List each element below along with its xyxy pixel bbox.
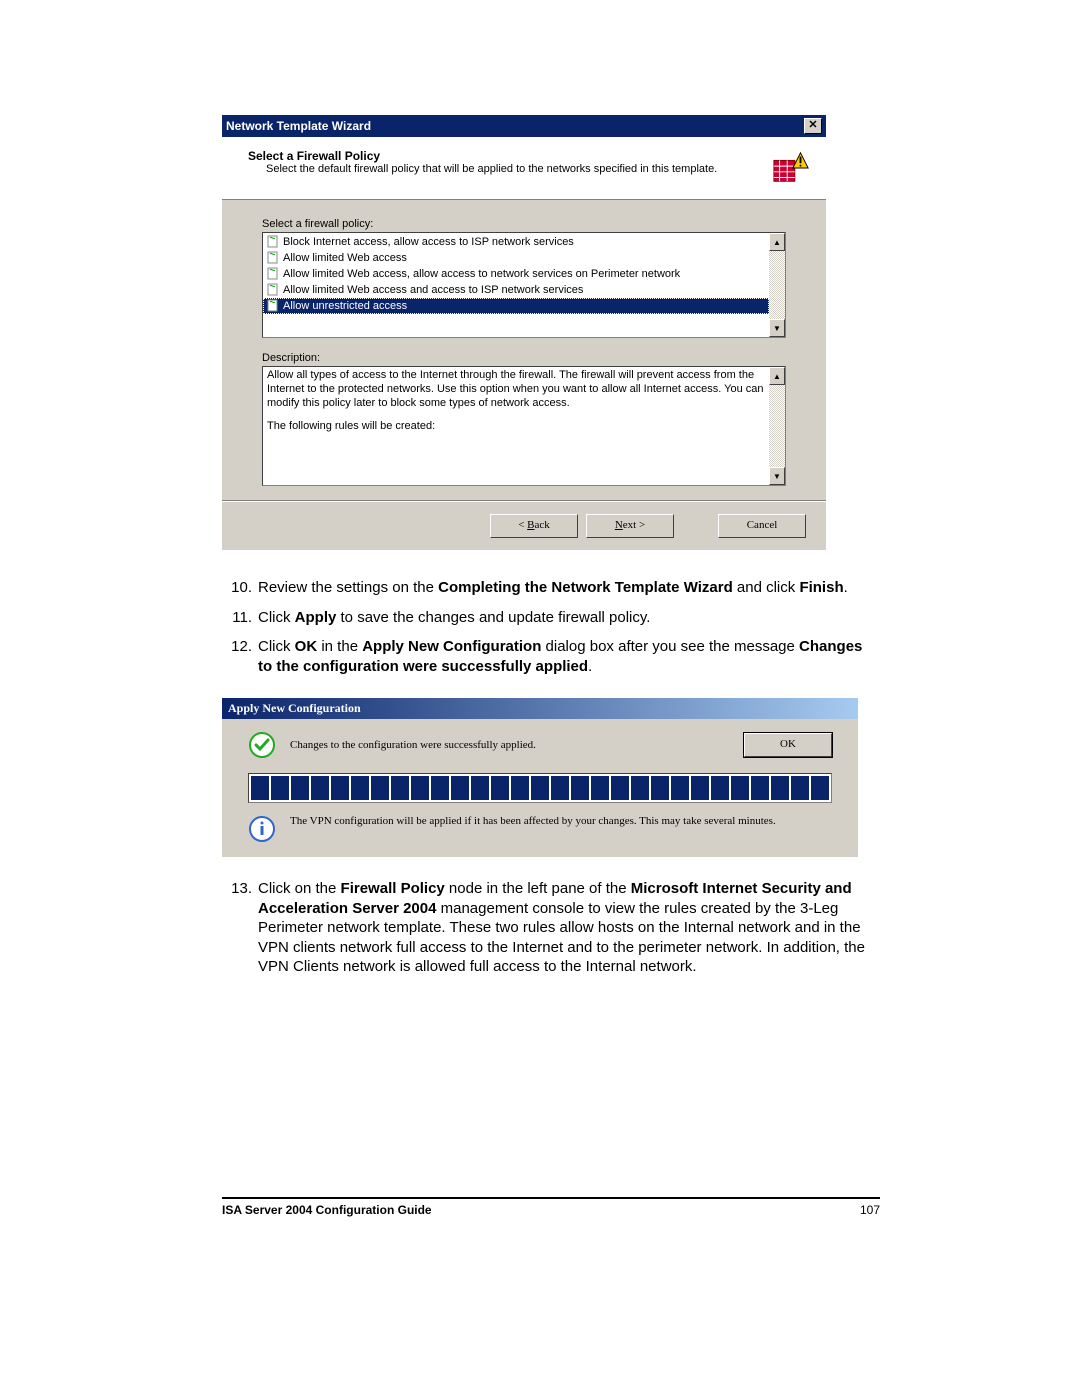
policy-paper-icon xyxy=(266,283,280,297)
list-item[interactable]: Block Internet access, allow access to I… xyxy=(263,234,769,250)
policy-paper-icon xyxy=(266,267,280,281)
scroll-up-icon[interactable]: ▲ xyxy=(769,233,785,251)
footer-title: ISA Server 2004 Configuration Guide xyxy=(222,1203,432,1217)
list-item[interactable]: Allow limited Web access and access to I… xyxy=(263,282,769,298)
listbox-scrollbar[interactable]: ▲ ▼ xyxy=(769,233,785,337)
info-icon xyxy=(248,815,276,843)
scroll-up-icon[interactable]: ▲ xyxy=(769,367,785,385)
policy-list-label: Select a firewall policy: xyxy=(262,218,786,230)
wizard-titlebar: Network Template Wizard ✕ xyxy=(222,115,826,137)
list-item[interactable]: Allow limited Web access xyxy=(263,250,769,266)
apply-dialog-title: Apply New Configuration xyxy=(222,698,858,719)
policy-paper-icon xyxy=(266,299,280,313)
success-check-icon xyxy=(248,731,276,759)
apply-success-message: Changes to the configuration were succes… xyxy=(290,739,730,751)
next-button[interactable]: Next > xyxy=(586,514,674,538)
scroll-down-icon[interactable]: ▼ xyxy=(769,467,785,485)
scroll-down-icon[interactable]: ▼ xyxy=(769,319,785,337)
policy-paper-icon xyxy=(266,235,280,249)
description-scrollbar[interactable]: ▲ ▼ xyxy=(769,367,785,485)
firewall-policy-listbox[interactable]: Block Internet access, allow access to I… xyxy=(262,232,786,338)
back-button[interactable]: < Back xyxy=(490,514,578,538)
description-label: Description: xyxy=(262,352,786,364)
page-number: 107 xyxy=(860,1203,880,1217)
list-item[interactable]: Allow limited Web access, allow access t… xyxy=(263,266,769,282)
rules-intro: The following rules will be created: xyxy=(267,420,765,434)
progress-bar xyxy=(248,773,832,803)
step-13: Click on the Firewall Policy node in the… xyxy=(258,879,880,977)
rules-cutoff xyxy=(267,446,765,460)
description-textbox: Allow all types of access to the Interne… xyxy=(262,366,786,486)
wizard-title: Network Template Wizard xyxy=(226,119,371,133)
wizard-step-subtitle: Select the default firewall policy that … xyxy=(248,163,772,175)
step-10: Review the settings on the Completing th… xyxy=(258,578,880,598)
description-text: Allow all types of access to the Interne… xyxy=(267,369,764,409)
firewall-warning-icon xyxy=(772,149,812,187)
ok-button[interactable]: OK xyxy=(744,733,832,757)
close-icon[interactable]: ✕ xyxy=(804,118,822,134)
page-footer: ISA Server 2004 Configuration Guide 107 xyxy=(222,1197,880,1217)
cancel-button[interactable]: Cancel xyxy=(718,514,806,538)
step-11: Click Apply to save the changes and upda… xyxy=(258,608,880,628)
apply-info-message: The VPN configuration will be applied if… xyxy=(290,815,776,827)
network-template-wizard: Network Template Wizard ✕ Select a Firew… xyxy=(222,115,826,550)
wizard-step-title: Select a Firewall Policy xyxy=(248,149,772,163)
apply-new-configuration-dialog: Apply New Configuration Changes to the c… xyxy=(222,698,858,857)
list-item-selected[interactable]: Allow unrestricted access xyxy=(263,298,769,314)
step-12: Click OK in the Apply New Configuration … xyxy=(258,637,880,676)
policy-paper-icon xyxy=(266,251,280,265)
